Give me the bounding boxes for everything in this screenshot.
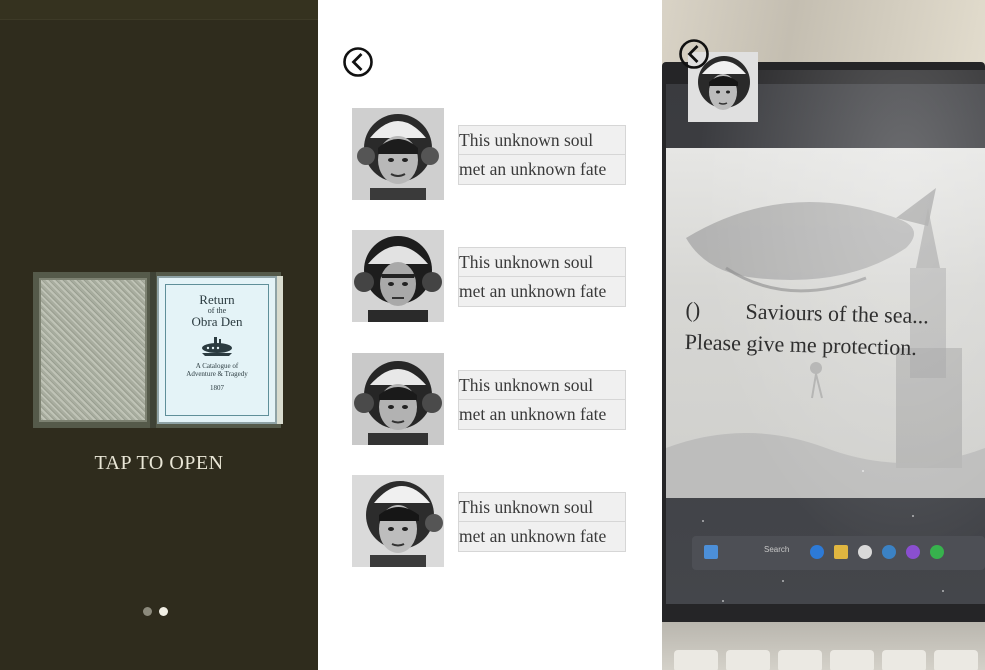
messenger-icon (906, 545, 920, 559)
chevron-left-circle-icon (679, 39, 709, 69)
dust-speck (702, 520, 704, 522)
caption-line1: This unknown soul (458, 370, 626, 400)
catalogue-list-screen: This unknown soul met an unknown fate Th… (318, 0, 662, 670)
dust-speck (722, 600, 724, 602)
dust-speck (942, 590, 944, 592)
keyboard-key (934, 650, 978, 670)
dust-speck (862, 470, 864, 472)
caption-line2: met an unknown fate (458, 155, 626, 185)
caption-line1: This unknown soul (458, 492, 626, 522)
caption-line2: met an unknown fate (458, 400, 626, 430)
keyboard-key (674, 650, 718, 670)
list-item[interactable]: This unknown soul met an unknown fate (352, 230, 652, 322)
back-button[interactable] (342, 46, 374, 78)
app-icon (882, 545, 896, 559)
cover-screen: Return of the Obra Den A Catalogue of Ad… (0, 0, 318, 670)
ar-caption-paren: () (685, 296, 701, 323)
caption-line1: This unknown soul (458, 247, 626, 277)
diver-portrait-1 (352, 108, 444, 200)
book-year: 1807 (210, 384, 224, 392)
book-back-cover (39, 278, 147, 422)
whatsapp-icon (930, 545, 944, 559)
dust-speck (912, 515, 914, 517)
page-dot-2-active[interactable] (159, 607, 168, 616)
list-item[interactable]: This unknown soul met an unknown fate (352, 108, 652, 200)
caption-line2: met an unknown fate (458, 522, 626, 552)
ar-caption-line1: Saviours of the sea... (745, 298, 930, 329)
back-button[interactable] (678, 38, 710, 70)
book-subtitle-line2: Adventure & Tragedy (186, 370, 248, 378)
book-title-line1: Return (199, 292, 235, 307)
laptop-keyboard (662, 622, 985, 670)
caption-line2: met an unknown fate (458, 277, 626, 307)
keyboard-key (778, 650, 822, 670)
list-item[interactable]: This unknown soul met an unknown fate (352, 353, 652, 445)
book-spine (150, 272, 156, 428)
ar-camera-view: Search () Saviours of the sea... Please … (662, 0, 985, 670)
folder-icon (834, 545, 848, 559)
diver-portrait-3 (352, 353, 444, 445)
list-item[interactable]: This unknown soul met an unknown fate (352, 475, 652, 567)
book-title-line3: Obra Den (191, 314, 243, 329)
edge-icon (810, 545, 824, 559)
page-dot-1[interactable] (143, 607, 152, 616)
diver-portrait-2 (352, 230, 444, 322)
book-front-cover: Return of the Obra Den A Catalogue of Ad… (157, 276, 277, 424)
chevron-left-circle-icon (343, 47, 373, 77)
diver-portrait-4 (352, 475, 444, 567)
book-page-edges (277, 276, 283, 424)
keyboard-key (882, 650, 926, 670)
keyboard-key (726, 650, 770, 670)
caption-line1: This unknown soul (458, 125, 626, 155)
airship-icon (202, 337, 232, 356)
taskbar-search: Search (764, 545, 790, 554)
book-subtitle-line1: A Catalogue of (195, 362, 239, 370)
windows-start-icon (704, 545, 718, 559)
windows-taskbar: Search (692, 536, 985, 570)
ar-caption: () Saviours of the sea... Please give me … (684, 294, 985, 366)
tap-to-open-label[interactable]: TAP TO OPEN (0, 452, 318, 475)
keyboard-key (830, 650, 874, 670)
dust-speck (782, 580, 784, 582)
dell-icon (858, 545, 872, 559)
book-cover[interactable]: Return of the Obra Den A Catalogue of Ad… (33, 272, 283, 428)
status-bar (0, 0, 318, 20)
